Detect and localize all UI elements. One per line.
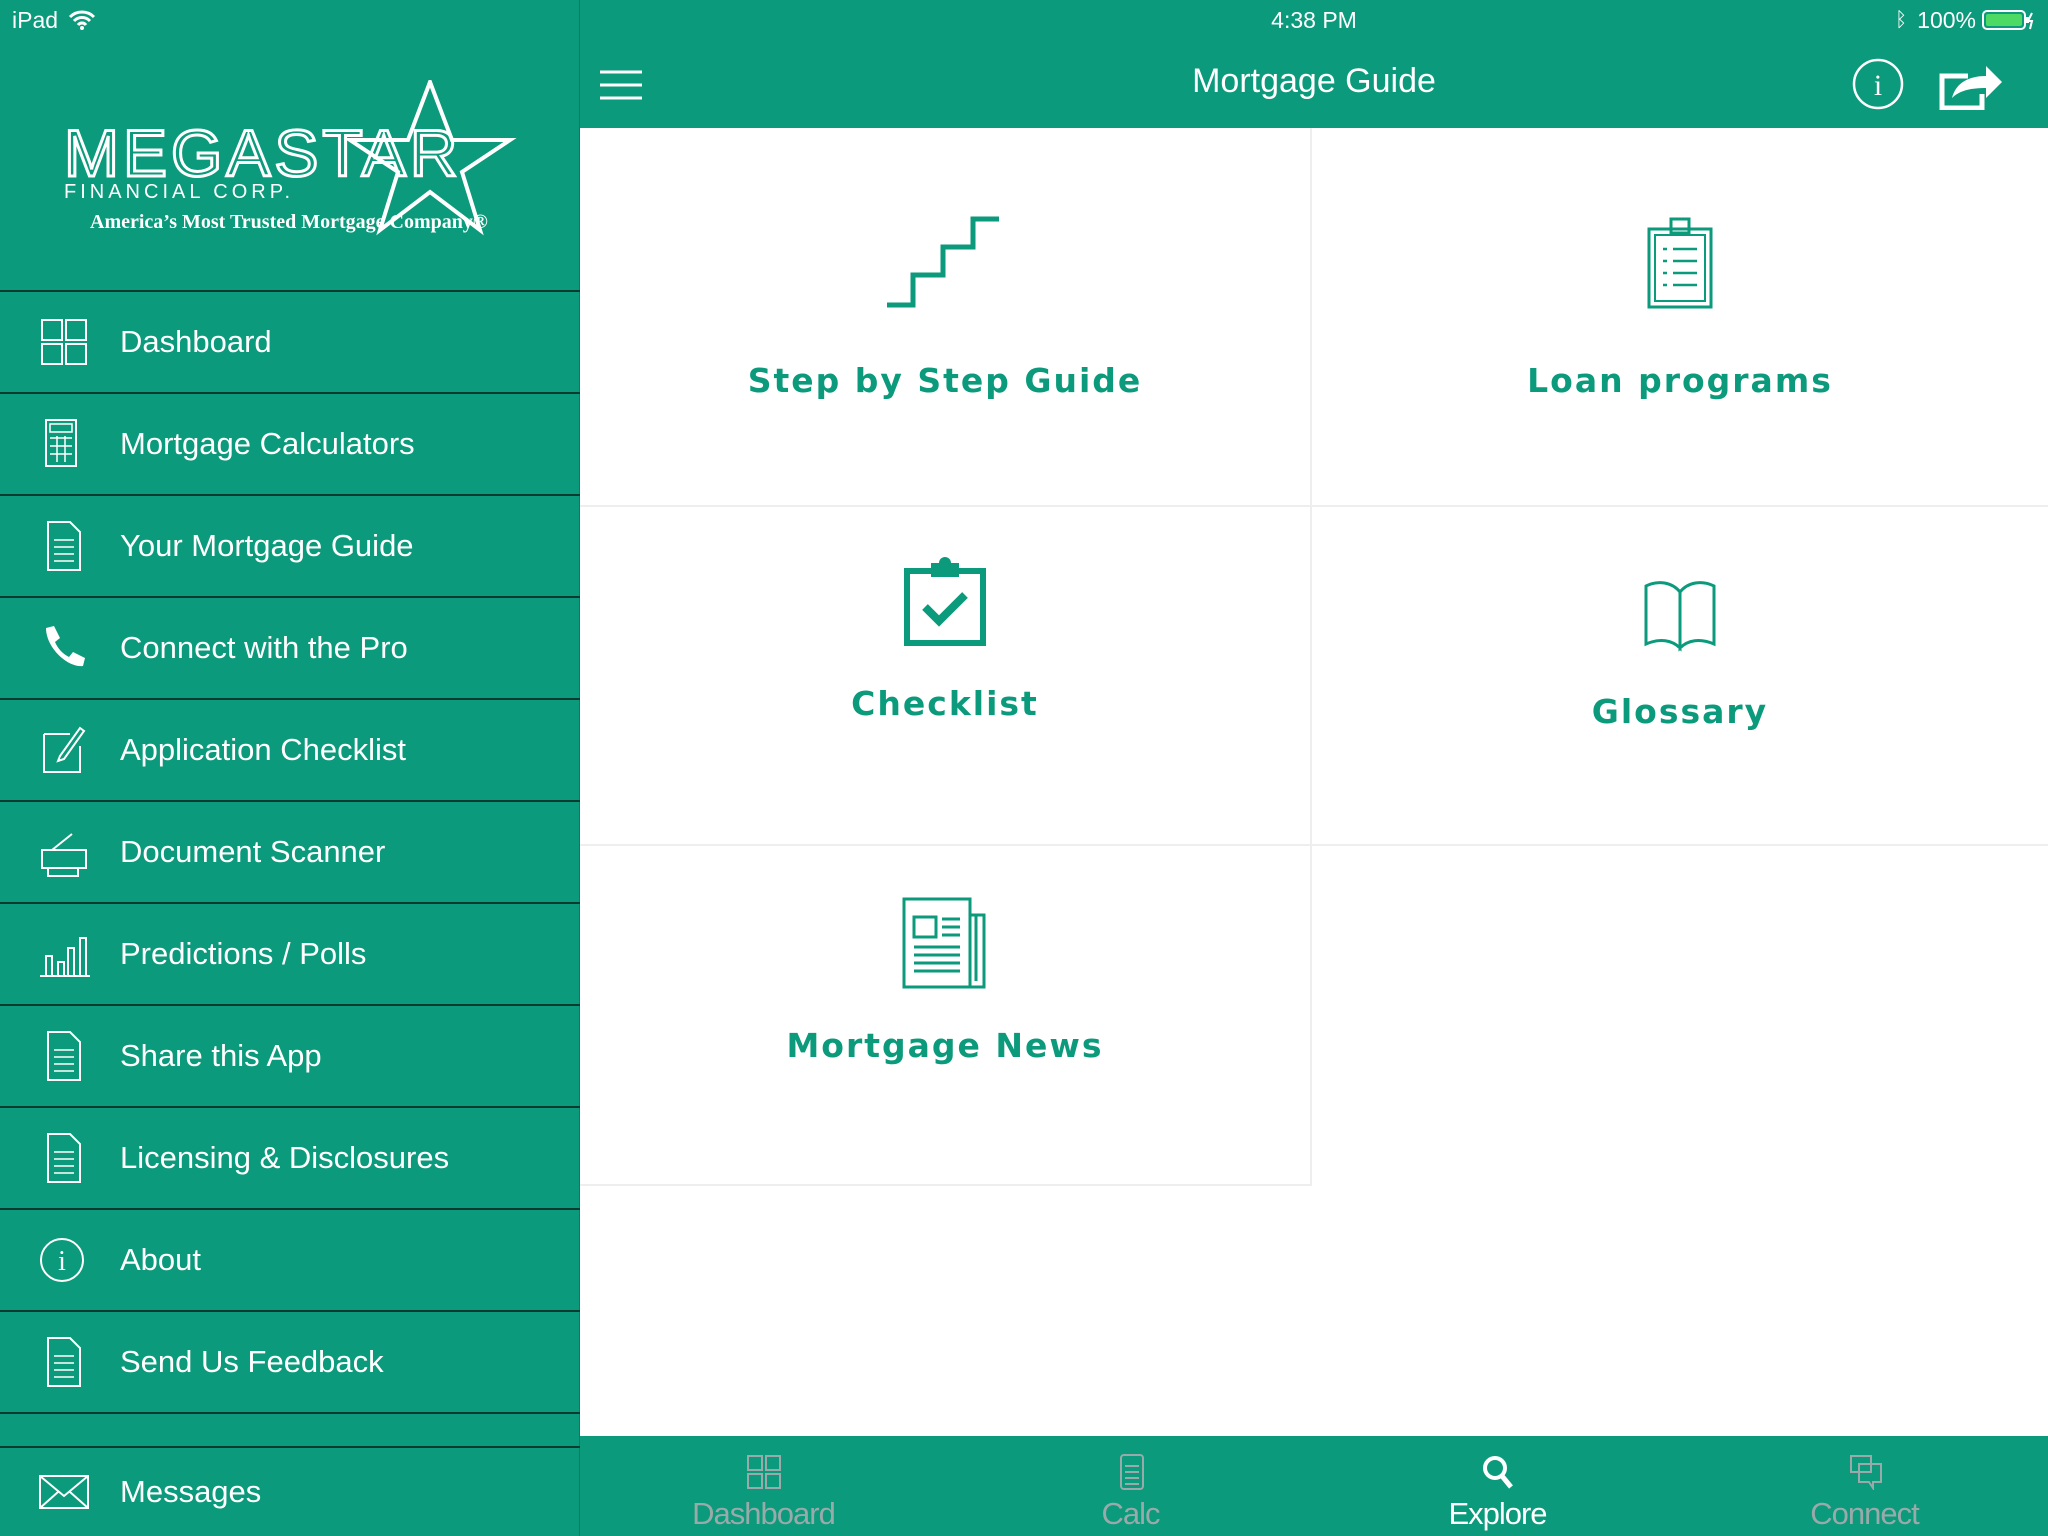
tile-label: Step by Step Guide	[747, 361, 1143, 400]
sidebar: iPad MEGASTAR FINANCIAL CORP. America’s …	[0, 0, 580, 1536]
page-title: Mortgage Guide	[1192, 62, 1436, 100]
grid-icon	[41, 319, 87, 365]
sidebar-item-label: Send Us Feedback	[120, 1344, 384, 1379]
svg-text:i: i	[1874, 69, 1882, 102]
status-time: 4:38 PM	[1271, 6, 1357, 33]
tile-glossary[interactable]: Glossary	[1312, 507, 2048, 846]
tab-label: Dashboard	[692, 1496, 836, 1531]
sidebar-item-label: Messages	[120, 1474, 262, 1509]
tile-step-by-step-guide[interactable]: Step by Step Guide	[580, 128, 1312, 507]
sidebar-item-application-checklist[interactable]: Application Checklist	[0, 698, 580, 800]
search-icon	[1482, 1456, 1513, 1489]
battery-icon	[1982, 10, 2034, 30]
main: 4:38 PM ᛒ 100% Mortgage Guide i Step by …	[580, 0, 2048, 1536]
sidebar-item-label: Predictions / Polls	[120, 936, 367, 971]
nav-header: 4:38 PM ᛒ 100% Mortgage Guide i	[580, 0, 2048, 128]
newspaper-icon	[902, 897, 986, 989]
sidebar-item-dashboard[interactable]: Dashboard	[0, 290, 580, 392]
svg-text:America’s Most Trusted Mortgag: America’s Most Trusted Mortgage Company®	[90, 211, 488, 233]
sidebar-item-label: Mortgage Calculators	[120, 426, 415, 461]
status-left: iPad	[12, 0, 96, 40]
tile-loan-programs[interactable]: Loan programs	[1312, 128, 2048, 507]
sidebar-item-label: Licensing & Disclosures	[120, 1140, 450, 1175]
bluetooth-icon: ᛒ	[1895, 8, 1908, 31]
tile-label: Mortgage News	[786, 1026, 1104, 1065]
document-icon	[47, 1337, 81, 1387]
sidebar-item-label: Application Checklist	[120, 732, 407, 767]
sidebar-item-document-scanner[interactable]: Document Scanner	[0, 800, 580, 902]
sidebar-item-about[interactable]: i About	[0, 1208, 580, 1310]
clipboard-check-icon	[904, 557, 986, 646]
sidebar-item-connect-with-the-pro[interactable]: Connect with the Pro	[0, 596, 580, 698]
tile-label: Loan programs	[1527, 361, 1833, 400]
svg-text:i: i	[58, 1246, 66, 1277]
scanner-icon	[41, 833, 87, 877]
sidebar-item-send-us-feedback[interactable]: Send Us Feedback	[0, 1310, 580, 1412]
tab-label: Calc	[1101, 1496, 1160, 1531]
info-icon[interactable]: i	[1852, 58, 1904, 110]
tile-mortgage-news[interactable]: Mortgage News	[580, 846, 1312, 1186]
tile-label: Glossary	[1591, 692, 1769, 731]
battery-label: 100%	[1917, 6, 1976, 33]
sidebar-item-label: Dashboard	[120, 324, 272, 359]
bar-chart-icon	[40, 937, 90, 977]
sidebar-item-messages[interactable]: Messages	[0, 1446, 580, 1536]
info-icon: i	[40, 1238, 84, 1282]
svg-text:MEGASTAR: MEGASTAR	[64, 116, 461, 190]
sidebar-item-your-mortgage-guide[interactable]: Your Mortgage Guide	[0, 494, 580, 596]
tab-calc[interactable]: Calc	[947, 1436, 1314, 1536]
tab-label: Explore	[1448, 1496, 1547, 1531]
tile-label: Checklist	[851, 684, 1039, 723]
sidebar-item-label: About	[120, 1242, 202, 1277]
tile-checklist[interactable]: Checklist	[580, 507, 1312, 846]
stairs-icon	[887, 216, 999, 308]
sidebar-item-label: Document Scanner	[120, 834, 386, 869]
calculator-icon	[1119, 1454, 1144, 1490]
document-icon	[47, 521, 81, 571]
tab-bar: Dashboard Calc Explore Connect	[580, 1436, 2048, 1536]
sidebar-item-share-this-app[interactable]: Share this App	[0, 1004, 580, 1106]
chat-icon	[1849, 1455, 1882, 1490]
wifi-icon	[68, 10, 96, 30]
svg-text:FINANCIAL CORP.: FINANCIAL CORP.	[64, 181, 294, 203]
tab-connect[interactable]: Connect	[1681, 1436, 2048, 1536]
sidebar-item-label: Share this App	[120, 1038, 322, 1073]
menu-divider	[0, 1412, 580, 1414]
document-icon	[47, 1031, 81, 1081]
status-right: ᛒ 100%	[1895, 0, 2034, 40]
book-icon	[1644, 581, 1716, 652]
sidebar-item-label: Your Mortgage Guide	[120, 528, 414, 563]
document-icon	[47, 1133, 81, 1183]
clipboard-list-icon	[1647, 217, 1713, 309]
share-icon[interactable]	[1938, 58, 2004, 110]
sidebar-item-licensing-disclosures[interactable]: Licensing & Disclosures	[0, 1106, 580, 1208]
device-label: iPad	[12, 6, 59, 33]
phone-icon	[46, 626, 85, 667]
tab-explore[interactable]: Explore	[1314, 1436, 1681, 1536]
megastar-logo: MEGASTAR FINANCIAL CORP. America’s Most …	[63, 80, 517, 236]
sidebar-item-mortgage-calculators[interactable]: Mortgage Calculators	[0, 392, 580, 494]
tab-dashboard[interactable]: Dashboard	[580, 1436, 947, 1536]
calculator-icon	[45, 419, 77, 467]
dashboard-icon	[746, 1455, 781, 1489]
mail-icon	[39, 1475, 89, 1509]
sidebar-item-label: Connect with the Pro	[120, 630, 408, 665]
sidebar-item-predictions-polls[interactable]: Predictions / Polls	[0, 902, 580, 1004]
tab-label: Connect	[1810, 1496, 1919, 1531]
edit-icon	[43, 726, 86, 773]
